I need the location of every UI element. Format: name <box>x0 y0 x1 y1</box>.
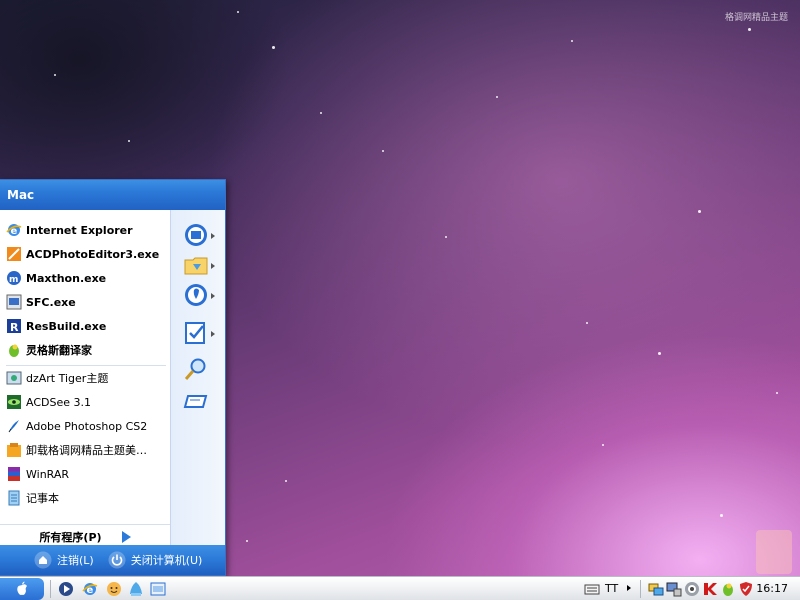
language-indicator[interactable]: TT <box>605 582 618 595</box>
my-documents-icon[interactable] <box>183 222 209 248</box>
winrar-icon <box>8 467 20 481</box>
my-documents-arrow-icon <box>211 233 215 239</box>
antivirus-icon[interactable] <box>702 581 718 597</box>
start-menu-footer: 注销(L) 关闭计算机(U) <box>0 545 225 575</box>
start-item-label: Internet Explorer <box>26 223 133 237</box>
start-item-photoshop[interactable]: Adobe Photoshop CS2 <box>6 415 168 437</box>
user-name: Mac <box>7 188 35 202</box>
my-music-icon[interactable] <box>183 282 209 308</box>
sound-icon[interactable] <box>684 581 700 597</box>
search-icon[interactable] <box>183 356 209 382</box>
start-button[interactable] <box>0 578 44 600</box>
power-icon <box>108 551 126 569</box>
start-item-label: 灵格斯翻译家 <box>26 344 92 357</box>
apple-logo-icon <box>17 581 27 595</box>
internet-explorer-icon: e <box>6 224 22 237</box>
start-menu-user-header: Mac <box>0 180 225 210</box>
my-pictures-icon[interactable] <box>183 252 209 278</box>
start-item-lingoes[interactable]: 灵格斯翻译家 <box>6 339 168 361</box>
my-music-arrow-icon <box>211 293 215 299</box>
start-item-notepad[interactable]: 记事本 <box>6 487 168 509</box>
security-shield-icon[interactable] <box>738 581 754 597</box>
start-item-winrar[interactable]: WinRAR <box>6 463 168 485</box>
start-item-acd-photo-editor[interactable]: ACDPhotoEditor3.exe <box>6 243 168 265</box>
acd-photo-editor-icon <box>7 247 21 261</box>
display-icon[interactable] <box>666 581 682 597</box>
start-item-label: WinRAR <box>26 467 70 481</box>
all-programs-arrow-icon <box>121 530 131 543</box>
shutdown-label: 关闭计算机(U) <box>130 554 203 567</box>
logoff-label: 注销(L) <box>57 554 94 567</box>
svg-text:R: R <box>10 321 19 334</box>
start-item-acdsee[interactable]: ACDSee 3.1 <box>6 391 168 413</box>
lingoes-tray-icon[interactable] <box>720 581 736 597</box>
qq-icon[interactable] <box>128 581 144 597</box>
start-item-resbuild[interactable]: R ResBuild.exe <box>6 315 168 337</box>
show-desktop-icon[interactable] <box>150 581 166 597</box>
dzart-icon <box>6 371 22 385</box>
start-item-label: Adobe Photoshop CS2 <box>26 419 148 433</box>
start-item-label: 记事本 <box>26 492 59 505</box>
notepad-icon <box>8 490 20 506</box>
control-panel-arrow-icon <box>211 331 215 337</box>
start-item-label: ACDPhotoEditor3.exe <box>26 247 160 261</box>
svg-text:m: m <box>9 275 18 285</box>
start-item-sfc[interactable]: SFC.exe <box>6 291 168 313</box>
internet-explorer-icon[interactable]: e <box>82 581 98 597</box>
tray-divider <box>640 580 641 598</box>
start-item-label: 卸载格调网精品主题美… <box>26 444 147 457</box>
start-menu: Mac e Internet Explorer ACDPhotoEditor3.… <box>0 179 226 576</box>
logoff-button[interactable]: 注销(L) <box>34 551 94 569</box>
taskbar: e TT 16:17 <box>0 576 800 600</box>
run-icon[interactable] <box>183 388 209 414</box>
start-item-label: ACDSee 3.1 <box>26 395 91 409</box>
desktop-watermark: 格调网精品主题 <box>724 13 788 23</box>
photoshop-icon <box>8 420 19 433</box>
start-menu-places-panel <box>170 210 225 545</box>
logoff-icon <box>34 551 52 569</box>
quick-launch-divider <box>50 580 51 598</box>
lingoes-icon <box>9 344 19 357</box>
start-menu-programs-panel: e Internet Explorer ACDPhotoEditor3.exe … <box>0 210 170 545</box>
start-menu-body: e Internet Explorer ACDPhotoEditor3.exe … <box>0 210 225 545</box>
desktop-corner-widget[interactable] <box>756 530 792 574</box>
pinned-recent-divider <box>6 365 166 366</box>
start-item-internet-explorer[interactable]: e Internet Explorer <box>6 219 168 241</box>
shutdown-button[interactable]: 关闭计算机(U) <box>108 551 203 569</box>
acdsee-icon <box>7 395 21 409</box>
taskbar-clock[interactable]: 16:17 <box>756 582 788 595</box>
start-item-dzart[interactable]: dzArt Tiger主题 <box>6 367 168 389</box>
start-item-label: SFC.exe <box>26 295 76 309</box>
start-item-label: Maxthon.exe <box>26 271 107 285</box>
start-item-uninstall-theme[interactable]: 卸载格调网精品主题美… <box>6 439 168 461</box>
my-pictures-arrow-icon <box>211 263 215 269</box>
media-player-icon[interactable] <box>58 581 74 597</box>
control-panel-icon[interactable] <box>183 320 209 346</box>
start-item-label: dzArt Tiger主题 <box>26 372 109 385</box>
uninstall-icon <box>7 443 21 457</box>
sfc-icon <box>6 294 22 310</box>
language-arrow-icon[interactable] <box>627 585 631 591</box>
keyboard-icon[interactable] <box>584 581 600 597</box>
maxthon-icon: m <box>7 271 21 285</box>
all-programs-label: 所有程序(P) <box>39 530 102 544</box>
network-icon[interactable] <box>648 581 664 597</box>
messenger-icon[interactable] <box>106 581 122 597</box>
start-item-label: ResBuild.exe <box>26 319 107 333</box>
resbuild-icon: R <box>7 319 21 334</box>
start-item-maxthon[interactable]: m Maxthon.exe <box>6 267 168 289</box>
